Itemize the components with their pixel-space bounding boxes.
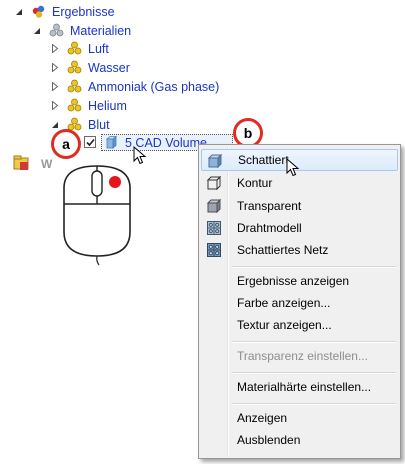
tree-label: Helium: [88, 98, 127, 113]
material-icon: [67, 79, 82, 93]
expanded-arrow-icon[interactable]: [14, 7, 24, 17]
tree-label: Ammoniak (Gas phase): [88, 79, 220, 94]
menu-label: Materialhärte einstellen...: [237, 380, 372, 394]
shaded-mesh-icon: [207, 243, 221, 257]
tree-label: Wasser: [88, 60, 130, 75]
expanded-arrow-icon[interactable]: [32, 26, 42, 36]
menu-label: Anzeigen: [237, 411, 288, 425]
menu-item-materialhaerte-einstellen[interactable]: Materialhärte einstellen...: [201, 376, 398, 398]
menu-item-drahtmodell[interactable]: Drahtmodell: [201, 217, 398, 239]
menu-separator: [232, 266, 396, 268]
material-icon: [67, 98, 82, 112]
menu-label: Farbe anzeigen...: [237, 296, 331, 310]
tree-item-materialien[interactable]: Materialien: [32, 21, 131, 40]
tree-item-wasser[interactable]: Wasser: [50, 58, 130, 77]
workspace-icon: [13, 155, 29, 170]
menu-item-transparenz-einstellen: Transparenz einstellen...: [201, 345, 398, 367]
tree-label: Materialien: [70, 23, 132, 38]
menu-separator: [232, 341, 396, 343]
menu-separator: [232, 372, 396, 374]
menu-item-schattiertes-netz[interactable]: Schattiertes Netz: [201, 239, 398, 261]
context-menu: Schattiert Kontur Transparent Drahtmodel…: [198, 144, 401, 459]
results-icon: [32, 5, 45, 18]
menu-item-ausblenden[interactable]: Ausblenden: [201, 429, 398, 451]
checkmark-icon: [85, 138, 95, 146]
tree-item-helium[interactable]: Helium: [50, 96, 127, 115]
outline-cube-icon: [206, 175, 222, 191]
expanded-arrow-icon[interactable]: [50, 120, 60, 130]
transparent-cube-icon: [206, 198, 222, 214]
tree-label: Blut: [88, 117, 110, 132]
menu-label: Transparent: [237, 199, 302, 213]
menu-item-ergebnisse-anzeigen[interactable]: Ergebnisse anzeigen: [201, 270, 398, 292]
tree-label: Ergebnisse: [52, 4, 115, 19]
collapsed-arrow-icon[interactable]: [50, 63, 60, 73]
tree-item-luft[interactable]: Luft: [50, 39, 109, 58]
material-icon: [67, 41, 82, 55]
menu-label: Ergebnisse anzeigen: [237, 274, 350, 288]
collapsed-arrow-icon[interactable]: [50, 82, 60, 92]
menu-item-textur-anzeigen[interactable]: Textur anzeigen...: [201, 314, 398, 336]
visibility-checkbox[interactable]: [84, 136, 96, 148]
mouse-right-click-illustration: [63, 165, 131, 266]
materials-icon: [49, 23, 64, 37]
menu-label: Drahtmodell: [237, 221, 302, 235]
menu-label: Schattiert: [238, 153, 289, 167]
shaded-cube-icon: [207, 153, 223, 169]
menu-separator: [232, 403, 396, 405]
menu-item-farbe-anzeigen[interactable]: Farbe anzeigen...: [201, 292, 398, 314]
menu-label: Schattiertes Netz: [237, 243, 329, 257]
menu-label: Textur anzeigen...: [237, 318, 332, 332]
menu-item-transparent[interactable]: Transparent: [201, 195, 398, 217]
tree-item-ergebnisse[interactable]: Ergebnisse: [14, 2, 115, 21]
cad-volume-icon: [105, 135, 118, 149]
collapsed-arrow-icon[interactable]: [50, 44, 60, 54]
material-icon: [67, 60, 82, 74]
menu-label: Ausblenden: [237, 433, 301, 447]
mouse-pointer-icon: [286, 158, 300, 177]
tree-item-ammoniak[interactable]: Ammoniak (Gas phase): [50, 77, 219, 96]
menu-label: Kontur: [237, 176, 273, 190]
collapsed-arrow-icon[interactable]: [50, 101, 60, 111]
partial-tree-label: W: [41, 157, 53, 171]
tree-label: Luft: [88, 41, 109, 56]
callout-a: a: [51, 129, 81, 159]
wireframe-cube-icon: [207, 221, 221, 235]
menu-label: Transparenz einstellen...: [237, 349, 368, 363]
menu-item-anzeigen[interactable]: Anzeigen: [201, 407, 398, 429]
